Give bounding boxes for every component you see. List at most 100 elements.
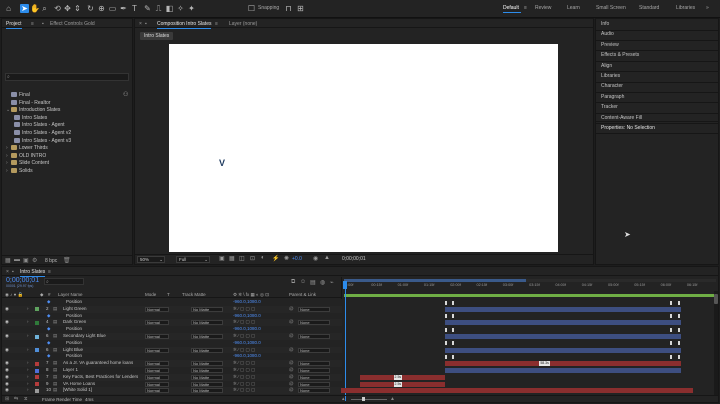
lock-icon[interactable]: ▪ — [12, 269, 14, 275]
transparency-grid-icon[interactable]: ▦ — [229, 255, 235, 262]
project-item[interactable]: Final — [6, 92, 30, 99]
keyframe-nav-icon[interactable]: ◆ — [47, 313, 50, 320]
keyframe[interactable] — [670, 300, 673, 305]
layer-name[interactable]: Light Green — [63, 306, 87, 313]
layer-row[interactable]: ◉ › 8 ▤ Layer 1 Normal No Matte ✲ ⁄ ▢ ▢ ▢ @ None — [2, 367, 342, 374]
layer-switches[interactable]: ✲ ⁄ ▢ ▢ ▢ — [233, 367, 255, 374]
dependencies-icon[interactable]: ⚇ — [123, 91, 128, 98]
panel-character[interactable]: Character — [601, 83, 623, 89]
label-color-swatch[interactable] — [35, 382, 39, 387]
fast-previews-icon[interactable]: ⚡ — [272, 255, 279, 262]
track-matte-dropdown[interactable]: No Matte — [191, 347, 223, 353]
property-row[interactable]: ◆ Position -960.0,1080.0 — [2, 313, 342, 320]
keyframe[interactable] — [670, 341, 673, 346]
label-color-swatch[interactable] — [35, 320, 39, 325]
clone-stamp-tool-icon[interactable]: ⎍ — [154, 4, 163, 13]
layer-switches[interactable]: ✲ ⁄ ▢ ▢ ▢ — [233, 387, 255, 394]
layer-row[interactable]: ◉ › 6 ▤ Light Blue Normal No Matte ✲ ⁄ ▢ ▢ ▢ @ No… — [2, 346, 342, 354]
time-navigator-thumb[interactable] — [344, 279, 526, 282]
chevron-right-icon[interactable]: › — [27, 347, 29, 354]
render-time-icon[interactable]: ⧖ — [24, 396, 28, 402]
parent-dropdown[interactable]: None — [298, 381, 330, 387]
snap-options-icon[interactable]: ⊓ — [284, 4, 293, 13]
project-item[interactable]: Intro Slates - Agent v3 — [14, 137, 71, 145]
pick-whip-icon[interactable]: @ — [289, 381, 294, 388]
visibility-icon[interactable]: ◉ — [5, 306, 9, 313]
label-color-swatch[interactable] — [35, 368, 39, 373]
comp-canvas[interactable]: V — [169, 44, 558, 252]
pick-whip-icon[interactable]: @ — [289, 333, 294, 340]
3d-view-icon[interactable]: ⊡ — [250, 255, 255, 262]
label-color-swatch[interactable] — [35, 375, 39, 380]
keyframe-nav-icon[interactable]: ◆ — [47, 326, 50, 333]
workspace-overflow-icon[interactable]: » — [706, 5, 709, 11]
zoom-out-mountain-icon[interactable]: ▴ — [342, 396, 345, 402]
panel-info[interactable]: Info — [601, 21, 609, 27]
parent-dropdown[interactable]: None — [298, 361, 330, 367]
property-name[interactable]: Position — [66, 326, 82, 333]
lock-icon[interactable]: ▪ — [145, 21, 147, 27]
keyframe[interactable] — [444, 300, 447, 305]
timeline-zoom-slider[interactable] — [351, 399, 387, 400]
workspace-menu-icon[interactable]: ≡ — [524, 5, 527, 11]
puppet-tool-icon[interactable]: ✦ — [187, 4, 196, 13]
layer-duration-bar[interactable]: 2.5s — [359, 374, 445, 380]
tab-layer[interactable]: Layer (none) — [229, 21, 257, 27]
visibility-icon[interactable]: ◉ — [5, 381, 9, 388]
layer-duration-bar[interactable]: 58.3s — [444, 361, 682, 367]
parent-dropdown[interactable]: None — [298, 388, 330, 394]
pick-whip-icon[interactable]: @ — [289, 360, 294, 367]
layer-name[interactable]: VA Home Loans — [63, 381, 95, 388]
visibility-icon[interactable]: ◉ — [5, 367, 9, 374]
playhead-handle[interactable] — [343, 281, 347, 289]
panel-preview[interactable]: Preview — [601, 42, 619, 48]
close-icon[interactable]: × — [139, 21, 142, 27]
workspace-small-screen[interactable]: Small Screen — [596, 5, 626, 11]
workspace-review[interactable]: Review — [535, 5, 551, 11]
property-row[interactable]: ◆ Position -960.0,1080.0 — [2, 353, 342, 360]
visibility-icon[interactable]: ◉ — [5, 374, 9, 381]
trash-icon[interactable]: 🗑 — [63, 257, 71, 264]
panel-paragraph[interactable]: Paragraph — [601, 94, 624, 100]
track-matte-dropdown[interactable]: No Matte — [191, 388, 223, 394]
layer-duration-bar[interactable] — [444, 320, 682, 326]
layer-name[interactable]: Secondary Light Blue — [63, 333, 106, 340]
layer-switches[interactable]: ✲ ⁄ ▢ ▢ ▢ — [233, 333, 255, 340]
pick-whip-icon[interactable]: @ — [289, 306, 294, 313]
chevron-right-icon[interactable]: › — [27, 387, 29, 394]
exposure-value[interactable]: +0.0 — [292, 256, 302, 262]
track-matte-dropdown[interactable]: No Matte — [191, 306, 223, 312]
layer-name[interactable]: [White Solid 1] — [63, 387, 92, 394]
visibility-icon[interactable]: ◉ — [5, 333, 9, 340]
interpret-footage-icon[interactable]: ▦ — [5, 257, 11, 264]
snapping-checkbox[interactable]: ☐ — [247, 4, 256, 13]
keyframe[interactable] — [670, 314, 673, 319]
keyframe-nav-icon[interactable]: ◆ — [47, 340, 50, 347]
layer-duration-bar[interactable] — [444, 368, 682, 373]
tab-composition[interactable]: Composition Intro Slates — [157, 21, 212, 29]
layer-row[interactable]: ◉ › 4 ▤ Dark Green Normal No Matte ✲ ⁄ ▢ ▢ ▢ @ No… — [2, 319, 342, 327]
channel-icon[interactable]: ◐ — [261, 255, 265, 261]
anchor-tool-icon[interactable]: ⊕ — [97, 4, 106, 13]
project-item[interactable]: Intro Slates - Agent v2 — [14, 130, 71, 137]
layer-duration-bar[interactable]: 2.5s — [359, 381, 445, 387]
pen-tool-icon[interactable]: ✒ — [119, 4, 128, 13]
keyframe[interactable] — [677, 300, 680, 305]
panel-content-aware-fill[interactable]: Content-Aware Fill — [601, 115, 642, 121]
layer-switches[interactable]: ✲ ⁄ ▢ ▢ ▢ — [233, 347, 255, 354]
dolly-tool-icon[interactable]: ⇕ — [73, 4, 82, 13]
parent-dropdown[interactable]: None — [298, 374, 330, 380]
layer-row[interactable]: ◉ › 2 ▤ Light Green Normal No Matte ✲ ⁄ ▢ ▢ ▢ @ N… — [2, 305, 342, 313]
expand-switches-icon[interactable]: ⇆ — [14, 396, 18, 402]
pick-whip-icon[interactable]: @ — [289, 367, 294, 374]
keyframe[interactable] — [452, 341, 454, 346]
zoom-dropdown[interactable]: 50% ⌄ — [137, 256, 165, 263]
timeline-search-input[interactable]: ⌕ — [44, 278, 84, 285]
time-ruler-area[interactable] — [341, 277, 719, 299]
keyframe[interactable] — [452, 327, 454, 332]
project-item[interactable]: › Slide Content — [6, 160, 49, 167]
property-row[interactable]: ◆ Position -960.0,1080.0 — [2, 299, 342, 306]
tab-timeline-comp[interactable]: Intro Slates — [20, 269, 46, 277]
mode-dropdown[interactable]: Normal — [145, 368, 169, 373]
timeline-timecode[interactable]: 0;00;00;01 — [6, 277, 39, 284]
